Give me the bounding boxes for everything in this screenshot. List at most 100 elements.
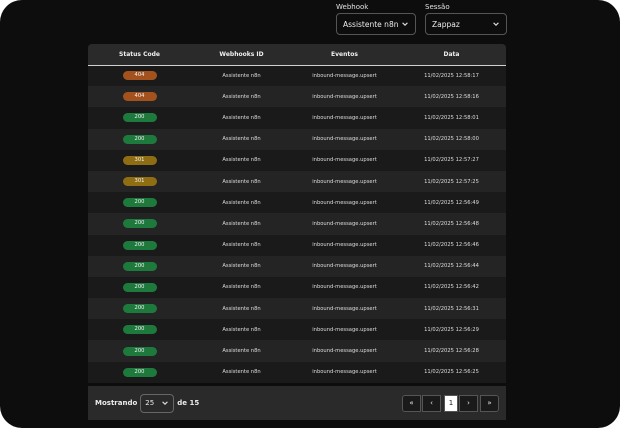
status-badge: 200 [122, 304, 157, 314]
event-cell: inbound-message.upsert [292, 298, 397, 320]
table-row[interactable]: 301 Assistente n8n inbound-message.upsert 1… [88, 149, 506, 171]
total-count-label: de 15 [177, 399, 200, 407]
webhook-id-cell: Assistente n8n [191, 298, 292, 320]
table-footer: Mostrando 25 de 15 « ‹ 1 › » [88, 386, 506, 420]
status-code-cell: 200 [88, 276, 191, 299]
webhook-id-cell: Assistente n8n [191, 234, 292, 256]
status-badge: 200 [122, 134, 157, 144]
status-badge: 200 [122, 346, 157, 356]
sessao-select[interactable]: Zappaz [425, 13, 507, 35]
event-cell: inbound-message.upsert [292, 255, 397, 277]
date-cell: 11/02/2025 12:58:17 [397, 65, 506, 87]
table-row[interactable]: 301 Assistente n8n inbound-message.upsert 1… [88, 170, 506, 193]
event-cell: inbound-message.upsert [292, 149, 397, 171]
webhook-id-cell: Assistente n8n [191, 319, 292, 341]
chevron-left-icon: ‹ [430, 399, 433, 407]
webhook-id-cell: Assistente n8n [191, 255, 292, 277]
status-badge: 301 [122, 177, 157, 187]
webhook-id-cell: Assistente n8n [191, 170, 292, 193]
chevron-down-icon [493, 22, 499, 26]
column-header-webhooks-id[interactable]: Webhooks ID [191, 44, 292, 66]
table-row[interactable]: 200 Assistente n8n inbound-message.upsert 1… [88, 107, 506, 129]
status-code-cell: 200 [88, 298, 191, 320]
status-code-cell: 200 [88, 361, 191, 383]
table-row[interactable]: 200 Assistente n8n inbound-message.upsert 1… [88, 128, 506, 150]
sessao-filter-label: Sessão [425, 3, 450, 11]
date-cell: 11/02/2025 12:56:29 [397, 319, 506, 341]
double-chevron-right-icon: » [487, 399, 492, 407]
per-page-select[interactable]: 25 [140, 393, 175, 413]
event-cell: inbound-message.upsert [292, 361, 397, 383]
status-badge: 200 [122, 282, 157, 292]
status-badge: 200 [122, 367, 157, 377]
webhook-id-cell: Assistente n8n [191, 107, 292, 129]
status-code-cell: 200 [88, 319, 191, 341]
column-header-status-code[interactable]: Status Code [88, 44, 191, 66]
double-chevron-left-icon: « [409, 399, 414, 407]
webhook-id-cell: Assistente n8n [191, 86, 292, 108]
sessao-filter: Sessão Zappaz [425, 3, 507, 35]
status-badge: 301 [122, 155, 157, 165]
status-code-cell: 200 [88, 255, 191, 277]
status-code-cell: 301 [88, 149, 191, 171]
date-cell: 11/02/2025 12:58:01 [397, 107, 506, 129]
status-code-cell: 404 [88, 86, 191, 108]
table-row[interactable]: 200 Assistente n8n inbound-message.upsert 1… [88, 234, 506, 256]
date-cell: 11/02/2025 12:57:27 [397, 149, 506, 171]
last-page-button[interactable]: » [480, 394, 499, 412]
table-header-row: Status Code Webhooks ID Eventos Data [88, 44, 506, 66]
date-cell: 11/02/2025 12:56:44 [397, 255, 506, 277]
table-row[interactable]: 200 Assistente n8n inbound-message.upsert 1… [88, 255, 506, 277]
status-code-cell: 404 [88, 65, 191, 87]
event-cell: inbound-message.upsert [292, 234, 397, 256]
date-cell: 11/02/2025 12:56:31 [397, 298, 506, 320]
event-cell: inbound-message.upsert [292, 213, 397, 235]
column-header-data[interactable]: Data [397, 44, 506, 66]
page-button-current[interactable]: 1 [444, 394, 458, 412]
column-header-eventos[interactable]: Eventos [292, 44, 397, 66]
table-row[interactable]: 404 Assistente n8n inbound-message.upsert 1… [88, 86, 506, 108]
webhook-id-cell: Assistente n8n [191, 213, 292, 235]
table-row[interactable]: 200 Assistente n8n inbound-message.upsert 1… [88, 213, 506, 235]
showing-label: Mostrando [95, 399, 138, 407]
chevron-down-icon [162, 401, 169, 405]
status-badge: 200 [122, 240, 157, 250]
sessao-select-value: Zappaz [432, 19, 460, 29]
event-cell: inbound-message.upsert [292, 340, 397, 362]
webhook-id-cell: Assistente n8n [191, 361, 292, 383]
table-row[interactable]: 200 Assistente n8n inbound-message.upsert 1… [88, 192, 506, 214]
status-badge: 200 [122, 198, 157, 208]
table-row[interactable]: 200 Assistente n8n inbound-message.upsert 1… [88, 276, 506, 299]
table-row[interactable]: 200 Assistente n8n inbound-message.upsert 1… [88, 298, 506, 320]
table-row[interactable]: 200 Assistente n8n inbound-message.upsert 1… [88, 340, 506, 362]
event-cell: inbound-message.upsert [292, 65, 397, 87]
webhook-id-cell: Assistente n8n [191, 65, 292, 87]
first-page-button[interactable]: « [402, 394, 421, 412]
date-cell: 11/02/2025 12:56:49 [397, 192, 506, 214]
status-badge: 200 [122, 219, 157, 229]
status-code-cell: 200 [88, 128, 191, 150]
event-cell: inbound-message.upsert [292, 128, 397, 150]
webhook-filter-label: Webhook [336, 3, 369, 11]
status-badge: 404 [122, 71, 157, 81]
per-page-value: 25 [145, 399, 155, 407]
date-cell: 11/02/2025 12:57:25 [397, 170, 506, 193]
status-code-cell: 200 [88, 192, 191, 214]
date-cell: 11/02/2025 12:58:00 [397, 128, 506, 150]
webhook-id-cell: Assistente n8n [191, 192, 292, 214]
table-row[interactable]: 200 Assistente n8n inbound-message.upsert 1… [88, 319, 506, 341]
date-cell: 11/02/2025 12:56:25 [397, 361, 506, 383]
webhook-select[interactable]: Assistente n8n [336, 13, 416, 35]
chevron-down-icon [402, 22, 408, 26]
next-page-button[interactable]: › [459, 394, 478, 412]
table-row[interactable]: 200 Assistente n8n inbound-message.upsert 1… [88, 361, 506, 383]
event-cell: inbound-message.upsert [292, 319, 397, 341]
webhook-id-cell: Assistente n8n [191, 340, 292, 362]
table-row[interactable]: 404 Assistente n8n inbound-message.upsert 1… [88, 65, 506, 87]
prev-page-button[interactable]: ‹ [422, 394, 441, 412]
event-cell: inbound-message.upsert [292, 276, 397, 299]
pagination: « ‹ 1 › » [401, 394, 499, 412]
webhook-log-table: Status Code Webhooks ID Eventos Data 404… [88, 44, 506, 383]
app-window: Webhook Assistente n8n Sessão Zappaz Sta… [0, 0, 620, 428]
status-badge: 404 [122, 92, 157, 102]
